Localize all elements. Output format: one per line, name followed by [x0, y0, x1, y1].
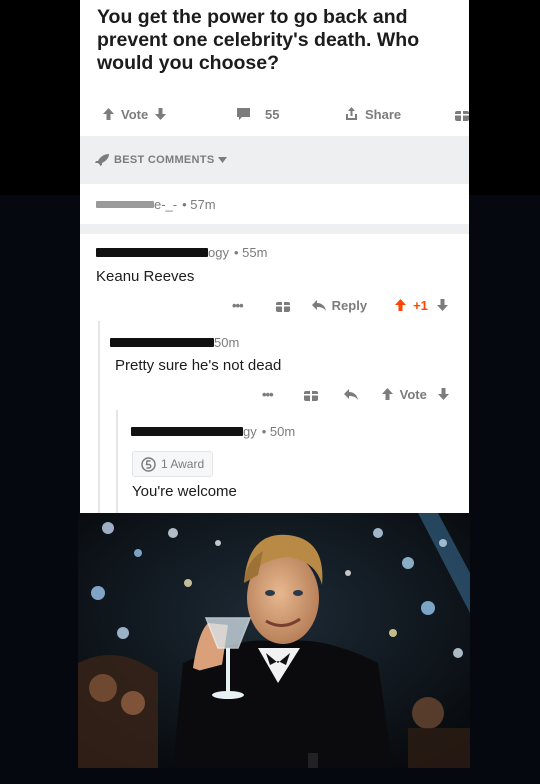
downvote-arrow-icon[interactable]	[437, 387, 450, 401]
username-fragment: e-_-	[154, 197, 178, 212]
toast-meme-illustration	[78, 513, 470, 768]
reply-button[interactable]: Reply	[332, 298, 367, 313]
redacted-username	[96, 248, 208, 257]
comment-meta: ogy • 55m	[96, 245, 267, 260]
comment-time: • 57m	[182, 197, 216, 212]
section-divider	[80, 224, 469, 234]
reply-arrow-icon[interactable]	[343, 388, 359, 401]
comment-count: 55	[265, 106, 280, 122]
upvote-arrow-icon[interactable]	[381, 387, 394, 401]
award-badge[interactable]: 1 Award	[132, 451, 214, 477]
thread-line	[116, 410, 118, 513]
gift-icon	[455, 110, 469, 121]
comments-button[interactable]: 55	[236, 100, 279, 128]
chevron-down-icon	[218, 157, 228, 163]
comment-meta: gy • 50m	[131, 424, 295, 439]
redacted-username	[96, 201, 154, 208]
downvote-arrow-icon[interactable]	[436, 298, 449, 312]
award-coin-icon	[141, 456, 156, 472]
thread-line	[98, 321, 100, 513]
redacted-username	[131, 427, 243, 436]
comment-body: Pretty sure he's not dead	[115, 357, 282, 374]
redacted-username	[110, 338, 214, 347]
share-icon	[346, 107, 357, 120]
share-button[interactable]: Share	[344, 100, 401, 128]
award-label: 1 Award	[161, 457, 205, 471]
gift-icon[interactable]	[275, 298, 291, 313]
username-fragment: ogy	[208, 245, 229, 260]
post-title: You get the power to go back and prevent…	[97, 6, 420, 74]
share-label: Share	[365, 106, 402, 122]
more-options-button[interactable]: •••	[232, 298, 244, 313]
upvote-arrow-icon[interactable]	[102, 107, 115, 121]
reply-arrow-icon[interactable]	[311, 299, 327, 312]
vote-label: Vote	[121, 106, 149, 122]
sort-label: BEST COMMENTS	[114, 154, 215, 166]
comment-body: You're welcome	[132, 483, 237, 500]
rocket-icon	[95, 154, 109, 166]
vote-label: Vote	[399, 386, 427, 402]
comment-time: • 55m	[233, 245, 268, 260]
downvote-arrow-icon[interactable]	[154, 107, 167, 121]
comment-meta: 50m	[110, 335, 239, 350]
more-options-button[interactable]: •••	[262, 387, 274, 402]
reddit-post-card: You get the power to go back and prevent…	[80, 0, 469, 513]
comment-actions: ••• Vote	[262, 381, 450, 407]
comment-meta: e-_- • 57m	[96, 197, 216, 212]
comment-bubble-icon	[237, 108, 250, 120]
vote-control[interactable]: Vote	[102, 100, 167, 128]
comment-actions: ••• Reply +1	[232, 292, 449, 318]
gift-button[interactable]	[454, 100, 469, 128]
toast-meme-photo	[78, 513, 470, 768]
username-fragment: gy	[243, 424, 257, 439]
comment-time: 50m	[214, 335, 240, 350]
sort-selector[interactable]: BEST COMMENTS	[80, 136, 469, 184]
gift-icon[interactable]	[303, 387, 319, 402]
comment-time: • 50m	[261, 424, 296, 439]
comment-body: Keanu Reeves	[96, 268, 195, 285]
upvote-arrow-icon[interactable]	[394, 298, 407, 312]
post-action-bar: Vote 55 Share	[80, 100, 469, 128]
comment-score: +1	[413, 297, 428, 313]
